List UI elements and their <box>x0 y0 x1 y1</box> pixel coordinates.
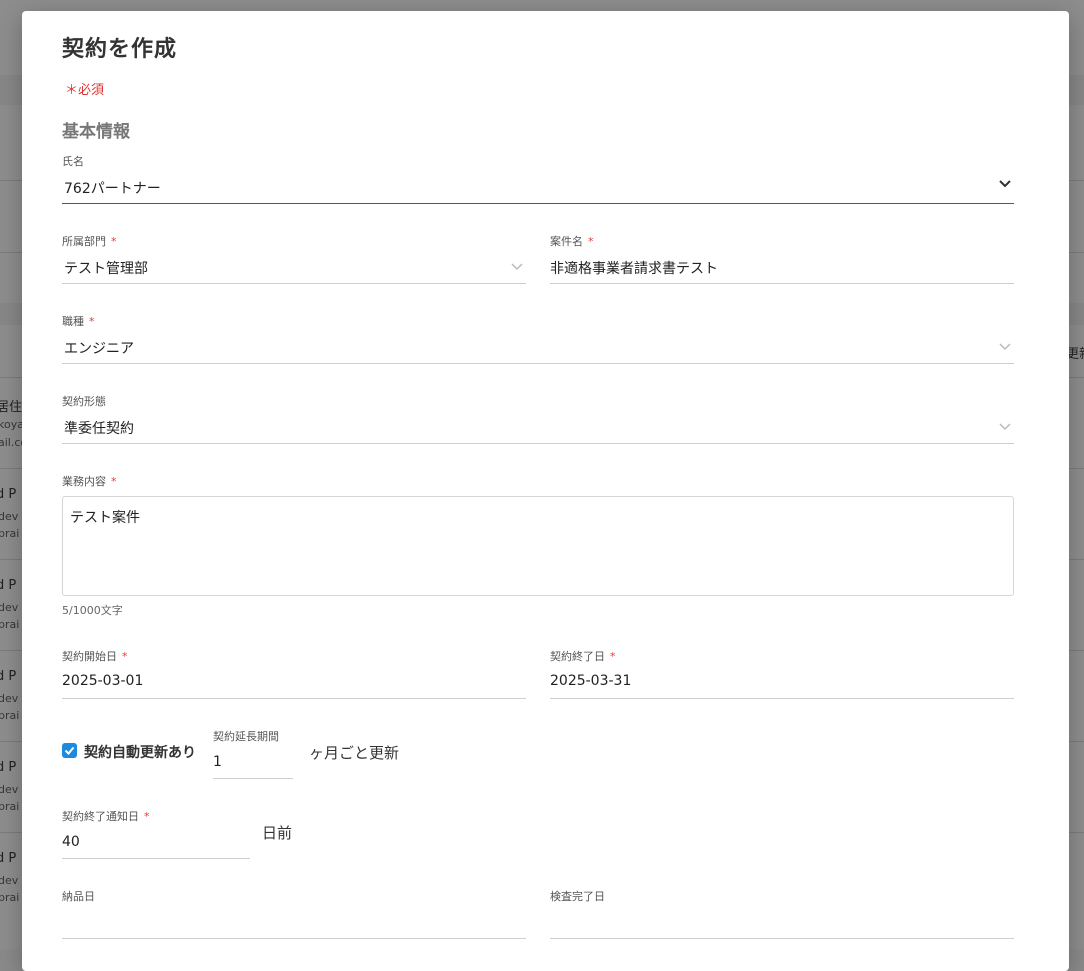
delivery-date-label: 納品日 <box>62 890 95 903</box>
auto-renew-label[interactable]: 契約自動更新あり <box>84 742 196 762</box>
required-star: * <box>122 650 128 663</box>
extension-underline <box>213 778 293 779</box>
end-date-label: 契約終了日 * <box>550 650 616 663</box>
check-icon <box>64 746 75 755</box>
required-star: * <box>89 315 95 328</box>
auto-renew-checkbox[interactable] <box>62 743 77 758</box>
end-date-value: 2025-03-31 <box>550 673 632 689</box>
required-star: * <box>610 650 616 663</box>
extension-suffix: ヶ月ごと更新 <box>309 744 400 762</box>
inspection-date-label: 検査完了日 <box>550 890 605 903</box>
contract-form-select[interactable]: 準委任契約 <box>62 411 1014 444</box>
dialog-title: 契約を作成 <box>62 37 178 62</box>
start-date-label: 契約開始日 * <box>62 650 128 663</box>
department-value: テスト管理部 <box>64 261 148 277</box>
section-title-basic-info: 基本情報 <box>62 122 130 142</box>
required-star: * <box>111 475 117 488</box>
project-name-underline <box>550 283 1014 284</box>
chevron-down-icon <box>998 177 1012 195</box>
department-label: 所属部門 * <box>62 235 117 248</box>
required-star: * <box>588 235 594 248</box>
job-type-label: 職種 * <box>62 315 95 328</box>
required-star: * <box>111 235 117 248</box>
name-label: 氏名 <box>62 155 84 168</box>
job-type-select[interactable]: エンジニア <box>62 331 1014 364</box>
name-select[interactable]: 762パートナー <box>62 171 1014 204</box>
chevron-down-icon <box>510 259 524 278</box>
end-date-input[interactable]: 2025-03-31 <box>550 666 1014 699</box>
contract-form-underline <box>62 443 1014 444</box>
project-name-label: 案件名 * <box>550 235 594 248</box>
project-name-input[interactable]: 非適格事業者請求書テスト <box>550 251 1014 284</box>
notice-suffix: 日前 <box>262 824 293 842</box>
notice-underline <box>62 858 250 859</box>
contract-form-label: 契約形態 <box>62 395 106 408</box>
inspection-date-underline <box>550 938 1014 939</box>
extension-value: 1 <box>213 754 222 770</box>
name-underline <box>62 203 1014 204</box>
notice-label: 契約終了通知日 * <box>62 810 150 823</box>
create-contract-dialog: 契約を作成 ＊必須 基本情報 氏名 762パートナー 所属部門 * テスト管理部 … <box>22 11 1069 971</box>
required-note: ＊必須 <box>65 83 105 98</box>
required-star: * <box>144 810 150 823</box>
department-select[interactable]: テスト管理部 <box>62 251 526 284</box>
inspection-date-input[interactable] <box>550 906 1014 939</box>
notice-input[interactable]: 40 <box>62 826 250 859</box>
job-type-value: エンジニア <box>64 341 134 357</box>
notice-value: 40 <box>62 834 80 850</box>
department-underline <box>62 283 526 284</box>
delivery-date-underline <box>62 938 526 939</box>
chevron-down-icon <box>998 419 1012 438</box>
project-name-value: 非適格事業者請求書テスト <box>550 261 718 277</box>
end-date-underline <box>550 698 1014 699</box>
extension-input[interactable]: 1 <box>213 746 293 779</box>
start-date-input[interactable]: 2025-03-01 <box>62 666 526 699</box>
start-date-underline <box>62 698 526 699</box>
contract-form-value: 準委任契約 <box>64 421 134 437</box>
name-value: 762パートナー <box>64 181 161 197</box>
extension-label: 契約延長期間 <box>213 730 279 743</box>
work-content-label: 業務内容 * <box>62 475 117 488</box>
work-content-textarea[interactable]: テスト案件 <box>62 496 1014 596</box>
delivery-date-input[interactable] <box>62 906 526 939</box>
job-type-underline <box>62 363 1014 364</box>
chevron-down-icon <box>998 339 1012 358</box>
character-counter: 5/1000文字 <box>62 604 123 617</box>
start-date-value: 2025-03-01 <box>62 673 144 689</box>
work-content-value: テスト案件 <box>70 510 140 526</box>
